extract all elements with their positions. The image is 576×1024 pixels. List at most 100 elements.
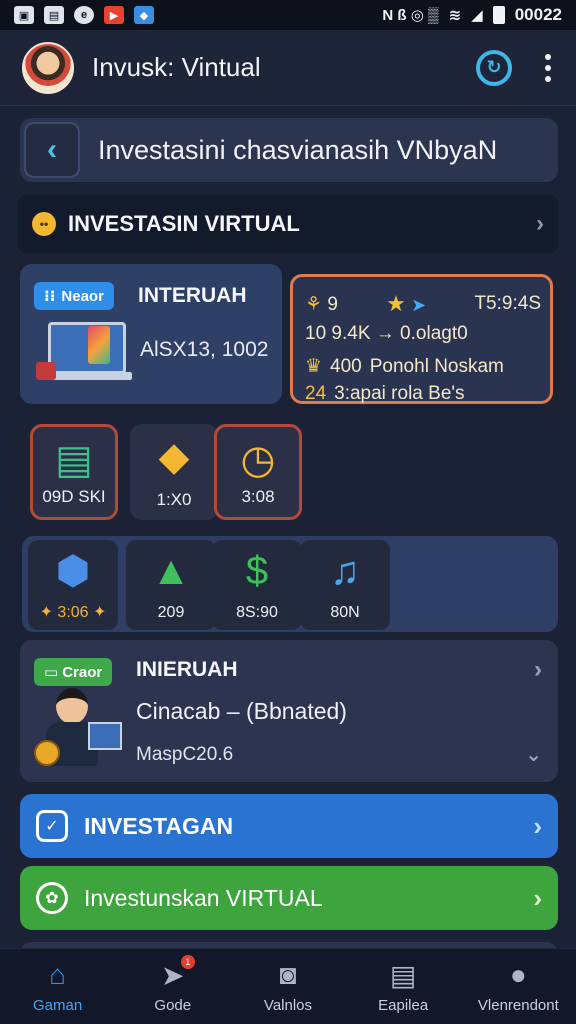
- photo-icon: ▣: [14, 6, 34, 24]
- tile-chart[interactable]: ▲ 209: [126, 540, 216, 630]
- stats-row-1: ⚘ 9 ★ ➤ T5:9:4S: [305, 291, 541, 317]
- stats-count: 400: [330, 355, 362, 377]
- nav-label: Gaman: [32, 997, 83, 1014]
- stats-time: T5:9:4S: [474, 293, 541, 314]
- dot-icon: [545, 64, 551, 71]
- tile-clock[interactable]: ◷ 3:08: [214, 424, 302, 520]
- chevron-right-icon: ›: [533, 810, 542, 841]
- app-title: Invusk: Vintual: [92, 52, 261, 82]
- nav-item-wallet[interactable]: ◙ Valnlos: [238, 959, 338, 1014]
- grid-icon: ⁝⁝: [44, 288, 56, 305]
- nav-item-documents[interactable]: ▤ Eapilea: [353, 959, 453, 1015]
- battery-icon: [492, 6, 505, 24]
- bottom-navigation: ⌂ Gaman ➤ 1 Gode ◙ Valnlos ▤ Eapilea ● V…: [0, 948, 576, 1024]
- stats-row-4: 24 3:apai rola Be's: [305, 383, 465, 405]
- main-content[interactable]: ‹ Investasini chasvianasih VNbyaN •• INV…: [0, 106, 576, 962]
- system-glyphs: N ß ◎ ▒: [382, 7, 439, 24]
- status-badge: ▭ Craor: [34, 658, 113, 686]
- new-badge-label: Neaor: [61, 287, 104, 305]
- dot-icon: [545, 75, 551, 82]
- tile-music[interactable]: ♫ 80N: [300, 540, 390, 630]
- back-button[interactable]: ‹: [24, 122, 80, 178]
- stack-icon: ▤: [55, 438, 93, 482]
- invest-button[interactable]: ✓ INVESTAGAN ›: [20, 794, 558, 858]
- stats-row-2: 10 9.4K → 0.olagt0: [305, 323, 468, 344]
- section-header[interactable]: •• INVESTASIN VIRTUAL ›: [18, 194, 558, 254]
- chevron-right-icon: ›: [533, 882, 542, 913]
- tile-label: 8S:90: [236, 604, 278, 621]
- store-icon: ◆: [134, 6, 154, 24]
- edit-icon: ✓: [36, 810, 68, 842]
- stats-label: 3:apai rola Be's: [334, 383, 465, 404]
- nav-label: Vlenrendont: [477, 997, 559, 1014]
- status-bar-notifications: ▣ ▤ e ▶ ◆: [14, 6, 154, 24]
- avatar[interactable]: [22, 41, 74, 94]
- nav-item-profile[interactable]: ● Vlenrendont: [468, 959, 568, 1014]
- stats-value: 9: [327, 293, 338, 315]
- trophy-icon: ♛: [305, 356, 323, 377]
- tile-label: 80N: [330, 604, 360, 621]
- search-text[interactable]: Investasini chasvianasih VNbyaN: [98, 135, 497, 166]
- youtube-icon: ▶: [104, 6, 124, 24]
- profile-icon: ●: [509, 959, 527, 990]
- clock-icon: ◷: [240, 438, 276, 482]
- more-options-button[interactable]: [542, 53, 554, 82]
- nav-label: Gode: [154, 997, 192, 1014]
- nav-label: Valnlos: [263, 997, 313, 1014]
- card-meta: MaspC20.6: [136, 744, 234, 765]
- laptop-icon: [36, 322, 132, 382]
- star-icon: ★: [386, 291, 406, 316]
- image-icon: ▤: [44, 6, 64, 24]
- tile-label: 09D SKI: [42, 487, 106, 506]
- nav-item-home[interactable]: ⌂ Gaman: [8, 959, 108, 1014]
- nav-label: Eapilea: [378, 997, 429, 1014]
- music-icon: ♫: [330, 548, 360, 593]
- sync-button[interactable]: ↻: [476, 49, 512, 86]
- new-badge: ⁝⁝ Neaor: [34, 282, 114, 310]
- invest-button-label: INVESTAGAN: [84, 812, 234, 839]
- tile-gem[interactable]: ◆ 1:X0: [130, 424, 218, 520]
- sync-icon: ↻: [486, 57, 502, 77]
- section-title: INVESTASIN VIRTUAL: [68, 211, 300, 236]
- investment-detail-card[interactable]: ▭ Craor INIERUAH Cinacab – (Bbnated) Masp…: [20, 640, 558, 782]
- signal-icon: ◢: [471, 7, 483, 24]
- tile-label: 1:X0: [156, 490, 192, 509]
- tile-cube[interactable]: ⬢ ✦ 3:06 ✦: [28, 540, 118, 630]
- triangle-icon: ▲: [151, 548, 191, 593]
- app-bar: Invusk: Vintual ↻: [0, 30, 576, 106]
- search-bar[interactable]: ‹ Investasini chasvianasih VNbyaN: [20, 118, 558, 182]
- arrow-icon: ➤: [411, 295, 427, 315]
- chevron-left-icon: ‹: [47, 133, 57, 166]
- coin-icon: ⚘: [305, 293, 323, 315]
- businessman-icon: [34, 688, 122, 770]
- stats-count: 24: [305, 383, 327, 404]
- card-subtitle: Cinacab – (Bbnated): [136, 698, 347, 724]
- wallet-icon: ◙: [279, 959, 297, 990]
- gem-icon: ◆: [158, 435, 190, 479]
- stats-card[interactable]: ⚘ 9 ★ ➤ T5:9:4S 10 9.4K → 0.olagt0 ♛ 400…: [290, 274, 553, 404]
- stats-row-3: ♛ 400 Ponohl Noskam: [305, 355, 504, 378]
- wifi-icon: ≋: [448, 7, 462, 24]
- notification-badge: 1: [180, 955, 195, 969]
- tile-label: 3:08: [241, 487, 275, 506]
- dot-icon: [545, 53, 551, 60]
- tile-money[interactable]: $ 8S:90: [212, 540, 302, 630]
- investment-card[interactable]: ⁝⁝ Neaor INTERUAH AlSX13, 1002: [20, 264, 282, 404]
- card-subtitle: AlSX13, 1002: [140, 338, 269, 361]
- chevron-right-icon: ›: [536, 210, 544, 237]
- tile-stack[interactable]: ▤ 09D SKI: [30, 424, 118, 520]
- status-bar: ▣ ▤ e ▶ ◆ N ß ◎ ▒ ≋ ◢ 00022: [0, 0, 576, 30]
- virtual-invest-button[interactable]: ✿ Investunskan VIRTUAL ›: [20, 866, 558, 930]
- chevron-right-icon[interactable]: ›: [534, 656, 542, 684]
- stats-label: Ponohl Noskam: [369, 355, 504, 377]
- tile-label: 209: [157, 604, 185, 621]
- status-badge-label: Craor: [62, 663, 103, 681]
- nav-item-send[interactable]: ➤ 1 Gode: [123, 955, 223, 1014]
- chat-icon: ▭: [44, 664, 59, 681]
- home-icon: ⌂: [49, 959, 67, 990]
- leaf-icon: ✿: [36, 882, 68, 914]
- browser-icon: e: [74, 6, 94, 24]
- virtual-invest-button-label: Investunskan VIRTUAL: [84, 884, 323, 911]
- document-icon: ▤: [389, 959, 417, 991]
- chevron-down-icon[interactable]: ⌄: [525, 742, 542, 767]
